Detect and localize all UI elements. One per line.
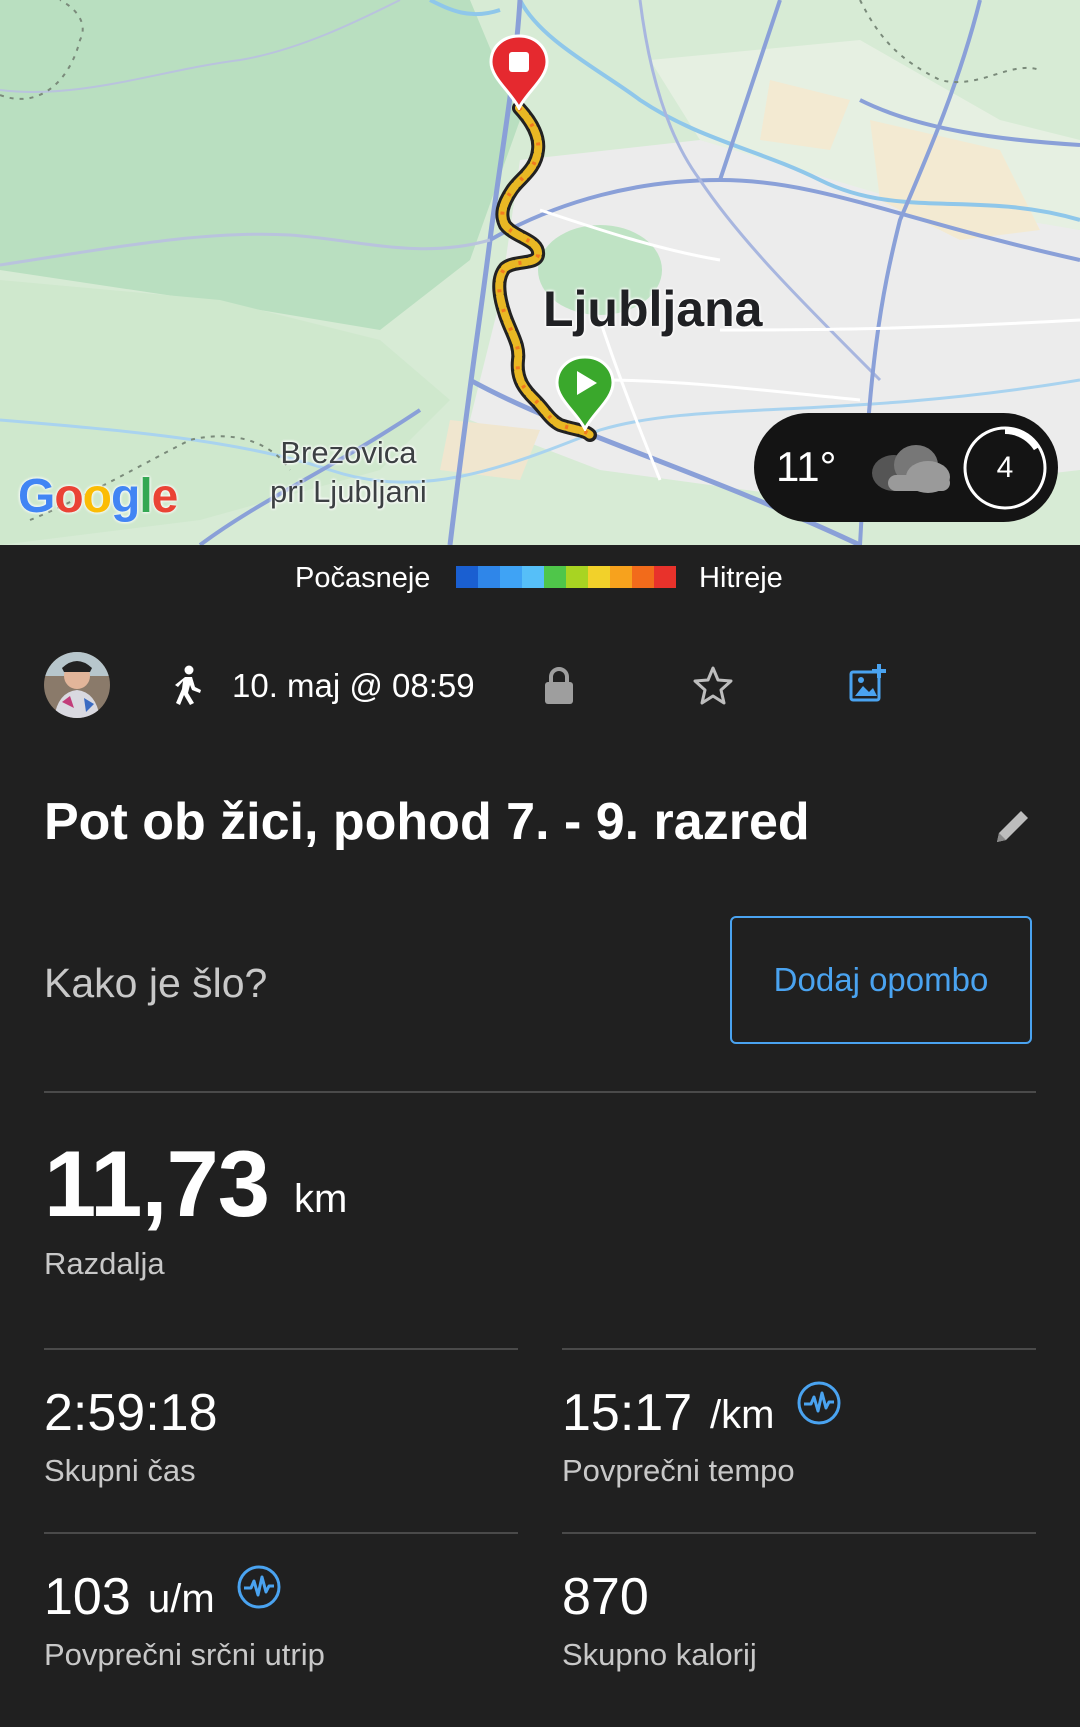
legend-color-swatch: [632, 566, 655, 588]
legend-faster-label: Hitreje: [699, 562, 783, 594]
map-town-label: Brezovica pri Ljubljani: [270, 433, 427, 511]
divider: [562, 1532, 1036, 1534]
heart-rate-icon[interactable]: [236, 1564, 282, 1610]
note-prompt: Kako je šlo?: [44, 960, 268, 1006]
legend-color-swatch: [610, 566, 633, 588]
add-note-button[interactable]: Dodaj opombo: [730, 916, 1032, 1044]
legend-color-swatch: [500, 566, 523, 588]
divider: [44, 1532, 518, 1534]
divider: [44, 1348, 518, 1350]
uv-index-value: 4: [996, 451, 1014, 484]
avg-heart-rate-value: 103: [44, 1568, 131, 1626]
legend-color-swatch: [522, 566, 545, 588]
legend-color-swatch: [654, 566, 676, 588]
heart-rate-icon[interactable]: [796, 1380, 842, 1426]
avg-pace-value: 15:17: [562, 1384, 693, 1442]
calories-value: 870: [562, 1568, 649, 1626]
distance-unit: km: [294, 1177, 348, 1221]
star-icon[interactable]: [693, 665, 733, 705]
weather-temperature: 11°: [776, 443, 837, 490]
map-town-label-line1: Brezovica: [280, 435, 417, 470]
legend-color-swatch: [544, 566, 567, 588]
legend-color-swatch: [478, 566, 501, 588]
avatar[interactable]: [44, 652, 110, 718]
activity-title[interactable]: Pot ob žici, pohod 7. - 9. razred: [44, 792, 810, 852]
avg-pace-label: Povprečni tempo: [562, 1453, 795, 1488]
lock-icon[interactable]: [543, 666, 575, 706]
weather-widget[interactable]: 11° 4: [754, 413, 1058, 522]
legend-color-swatch: [588, 566, 611, 588]
avg-heart-rate-label: Povprečni srčni utrip: [44, 1637, 325, 1672]
avatar-image: [44, 652, 110, 718]
cloud-icon: [872, 445, 950, 493]
legend-slower-label: Počasneje: [295, 562, 431, 594]
route-map[interactable]: Ljubljana Brezovica pri Ljubljani Google…: [0, 0, 1080, 545]
total-time-label: Skupni čas: [44, 1453, 196, 1488]
legend-color-bar: [456, 566, 676, 588]
total-time-value: 2:59:18: [44, 1384, 218, 1442]
google-logo: Google: [18, 470, 178, 523]
edit-icon[interactable]: [993, 806, 1033, 846]
add-photo-icon[interactable]: [848, 664, 888, 704]
distance-label: Razdalja: [44, 1246, 165, 1281]
calories-label: Skupno kalorij: [562, 1637, 757, 1672]
legend-color-swatch: [456, 566, 479, 588]
start-marker-icon: [555, 355, 615, 431]
legend-color-swatch: [566, 566, 589, 588]
divider: [44, 1091, 1036, 1093]
avg-pace-unit: /km: [710, 1393, 775, 1437]
distance-value: 11,73: [44, 1131, 270, 1236]
divider: [562, 1348, 1036, 1350]
avg-heart-rate-unit: u/m: [148, 1577, 215, 1621]
map-city-label: Ljubljana: [543, 281, 763, 337]
map-town-label-line2: pri Ljubljani: [270, 474, 427, 509]
end-marker-icon: [489, 34, 549, 110]
walking-icon: [175, 665, 201, 705]
activity-date: 10. maj @ 08:59: [232, 667, 475, 704]
